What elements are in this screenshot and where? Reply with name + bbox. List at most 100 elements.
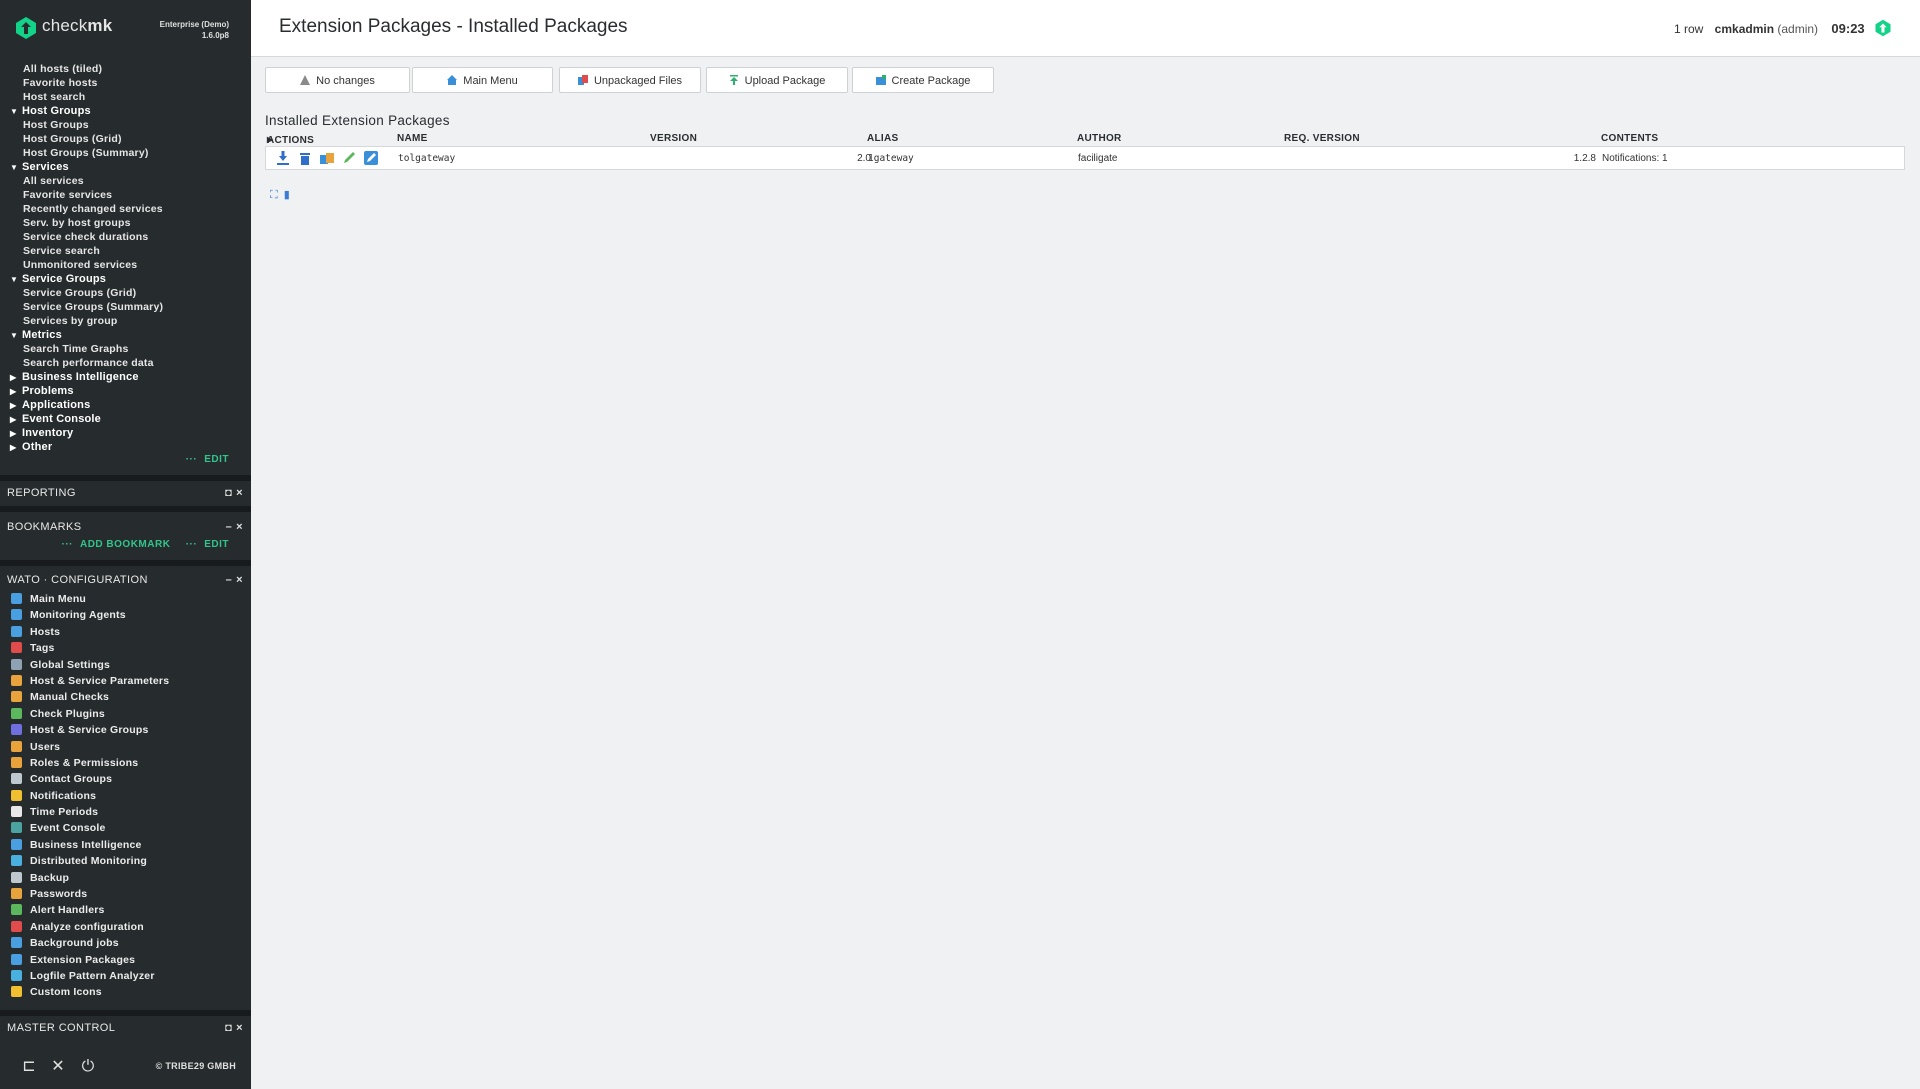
- nav-link[interactable]: All services: [0, 174, 251, 188]
- username[interactable]: cmkadmin: [1715, 22, 1774, 36]
- wato-menu-item[interactable]: Notifications: [0, 788, 251, 804]
- snapin-restore-icon[interactable]: ◘: [225, 1022, 232, 1034]
- logout-icon[interactable]: ⏻: [79, 1058, 97, 1076]
- customize-icon[interactable]: [364, 151, 378, 165]
- nav-group-header[interactable]: ▶ Other: [0, 440, 251, 454]
- wato-menu-item[interactable]: Main Menu: [0, 591, 251, 607]
- master-control-snapin-title[interactable]: MASTER CONTROL ◘ ×: [0, 1016, 251, 1040]
- wato-menu-item[interactable]: Users: [0, 739, 251, 755]
- wato-snapin-title[interactable]: WATO · CONFIGURATION – ×: [0, 568, 251, 592]
- main-menu-button[interactable]: Main Menu: [412, 67, 553, 93]
- wato-menu-item[interactable]: Analyze configuration: [0, 919, 251, 935]
- wato-menu-item[interactable]: Event Console: [0, 820, 251, 836]
- wato-menu-item[interactable]: Logfile Pattern Analyzer: [0, 968, 251, 984]
- minimize-icon[interactable]: –: [226, 521, 233, 533]
- nav-link[interactable]: Service Groups (Summary): [0, 300, 251, 314]
- nav-group-header[interactable]: ▶ Event Console: [0, 412, 251, 426]
- triangle-right-icon[interactable]: ▶: [10, 441, 22, 455]
- triangle-down-icon[interactable]: ▼: [10, 329, 22, 343]
- nav-link[interactable]: Serv. by host groups: [0, 216, 251, 230]
- nav-link[interactable]: Host Groups (Grid): [0, 132, 251, 146]
- wato-menu-item[interactable]: Extension Packages: [0, 952, 251, 968]
- triangle-down-icon[interactable]: ▼: [10, 273, 22, 287]
- nav-link[interactable]: All hosts (tiled): [0, 62, 251, 76]
- wato-menu-item[interactable]: Hosts: [0, 624, 251, 640]
- wato-menu-item[interactable]: Background jobs: [0, 935, 251, 951]
- wato-menu-item[interactable]: Manual Checks: [0, 689, 251, 705]
- nav-link[interactable]: Service Groups (Grid): [0, 286, 251, 300]
- wato-menu-label: Extension Packages: [30, 953, 136, 966]
- triangle-right-icon[interactable]: ▶: [10, 413, 22, 427]
- unpackaged-files-button[interactable]: Unpackaged Files: [559, 67, 701, 93]
- nav-link[interactable]: Service check durations: [0, 230, 251, 244]
- triangle-right-icon[interactable]: ▶: [10, 385, 22, 399]
- wato-menu-item[interactable]: Passwords: [0, 886, 251, 902]
- reporting-snapin-title[interactable]: REPORTING ◘ ×: [0, 481, 251, 505]
- nav-group-header[interactable]: ▶ Inventory: [0, 426, 251, 440]
- wato-menu-item[interactable]: Distributed Monitoring: [0, 853, 251, 869]
- wato-menu-item[interactable]: Global Settings: [0, 657, 251, 673]
- create-package-button[interactable]: Create Package: [852, 67, 994, 93]
- nav-group-header[interactable]: ▼ Services: [0, 160, 251, 174]
- package-files-icon[interactable]: [320, 151, 334, 165]
- nav-link[interactable]: Favorite hosts: [0, 76, 251, 90]
- delete-icon[interactable]: [298, 151, 312, 165]
- minimize-icon[interactable]: –: [226, 574, 233, 586]
- bookmarks-snapin-title[interactable]: BOOKMARKS – ×: [0, 515, 251, 539]
- section-title: Installed Extension Packages: [265, 113, 450, 128]
- views-edit-link[interactable]: ··· EDIT: [186, 454, 229, 465]
- triangle-right-icon[interactable]: ▶: [10, 371, 22, 385]
- fullscreen-icon[interactable]: ⛶: [270, 189, 278, 202]
- nav-link[interactable]: Search Time Graphs: [0, 342, 251, 356]
- wato-menu-item[interactable]: Custom Icons: [0, 984, 251, 1000]
- nav-link[interactable]: Recently changed services: [0, 202, 251, 216]
- wato-menu-item[interactable]: Alert Handlers: [0, 902, 251, 918]
- nav-group-header[interactable]: ▶ Applications: [0, 398, 251, 412]
- download-icon[interactable]: [276, 151, 290, 165]
- nav-link[interactable]: Unmonitored services: [0, 258, 251, 272]
- wato-menu-item[interactable]: Tags: [0, 640, 251, 656]
- wato-menu-item[interactable]: Time Periods: [0, 804, 251, 820]
- wato-menu-item[interactable]: Backup: [0, 870, 251, 886]
- nav-group-header[interactable]: ▼ Host Groups: [0, 104, 251, 118]
- nav-link[interactable]: Host Groups (Summary): [0, 146, 251, 160]
- nav-group-header[interactable]: ▶ Problems: [0, 384, 251, 398]
- wato-menu-item[interactable]: Roles & Permissions: [0, 755, 251, 771]
- close-icon[interactable]: ×: [236, 487, 243, 499]
- checkmk-logo-icon[interactable]: [14, 16, 38, 40]
- nav-link[interactable]: Services by group: [0, 314, 251, 328]
- nav-link[interactable]: Service search: [0, 244, 251, 258]
- close-icon[interactable]: ×: [236, 1022, 243, 1034]
- bookmarks-edit-link[interactable]: EDIT: [204, 539, 229, 550]
- no-changes-button[interactable]: No changes: [265, 67, 410, 93]
- edit-icon[interactable]: [342, 151, 356, 165]
- triangle-down-icon[interactable]: ▼: [10, 161, 22, 175]
- wato-menu-item[interactable]: Contact Groups: [0, 771, 251, 787]
- nav-group-header[interactable]: ▶ Business Intelligence: [0, 370, 251, 384]
- wato-menu-item[interactable]: Monitoring Agents: [0, 607, 251, 623]
- close-icon[interactable]: ×: [236, 521, 243, 533]
- column-toggle-icon[interactable]: ▮: [284, 188, 290, 201]
- nav-link[interactable]: Search performance data: [0, 356, 251, 370]
- wato-menu-item[interactable]: Host & Service Groups: [0, 722, 251, 738]
- triangle-right-icon[interactable]: ▶: [10, 427, 22, 441]
- tools-icon[interactable]: ✕: [49, 1058, 67, 1076]
- nav-link[interactable]: Favorite services: [0, 188, 251, 202]
- wato-menu-item[interactable]: Check Plugins: [0, 706, 251, 722]
- snapin-restore-icon[interactable]: ◘: [225, 487, 232, 499]
- checkmk-status-icon[interactable]: [1874, 19, 1892, 37]
- add-bookmark-link[interactable]: ADD BOOKMARK: [80, 539, 170, 550]
- upload-package-button[interactable]: Upload Package: [706, 67, 848, 93]
- add-snapin-icon[interactable]: ⊏: [20, 1058, 38, 1076]
- wato-menu-item[interactable]: Host & Service Parameters: [0, 673, 251, 689]
- nav-link[interactable]: Host search: [0, 90, 251, 104]
- nav-link[interactable]: Host Groups: [0, 118, 251, 132]
- close-icon[interactable]: ×: [236, 574, 243, 586]
- wato-menu-item[interactable]: Business Intelligence: [0, 837, 251, 853]
- nav-group-header[interactable]: ▼ Service Groups: [0, 272, 251, 286]
- triangle-down-icon[interactable]: ▼: [10, 105, 22, 119]
- triangle-right-icon[interactable]: ▶: [10, 399, 22, 413]
- nav-group-header[interactable]: ▼ Metrics: [0, 328, 251, 342]
- nav-label: Host Groups: [22, 105, 91, 117]
- wato-menu-label: Backup: [30, 871, 70, 884]
